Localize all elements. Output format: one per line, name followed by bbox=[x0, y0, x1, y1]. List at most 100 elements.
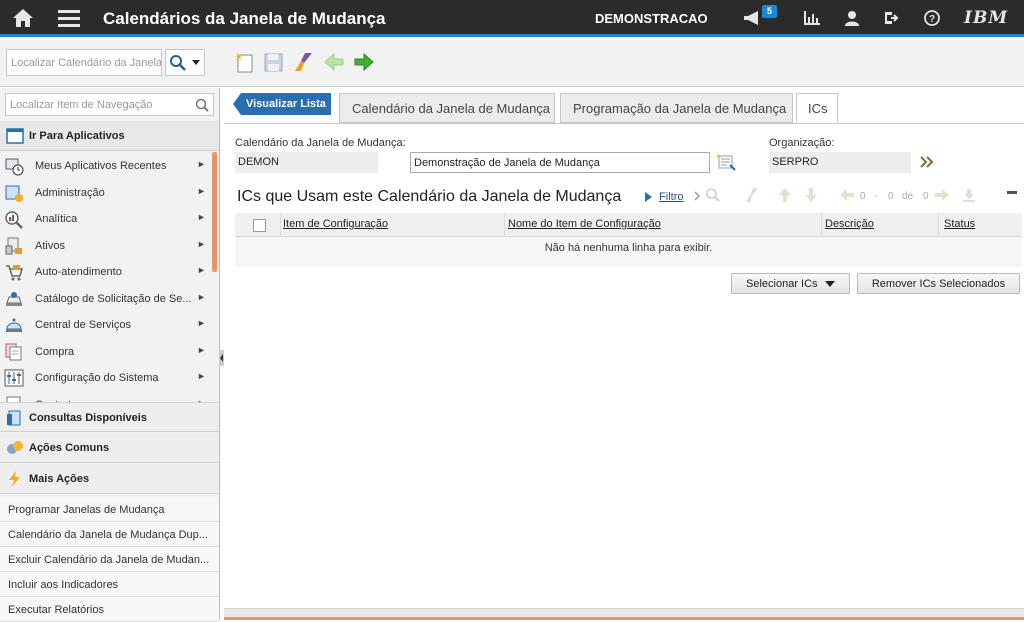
common-actions-label: Ações Comuns bbox=[29, 442, 110, 454]
nav-item-label: Analítica bbox=[35, 213, 78, 225]
tab-list-view[interactable]: Visualizar Lista bbox=[233, 93, 331, 115]
column-separator bbox=[280, 213, 281, 237]
nav-search-input[interactable]: Localizar Item de Navegação bbox=[5, 93, 214, 116]
nav-item-analytics[interactable]: Analítica ► bbox=[0, 206, 214, 232]
lightning-icon bbox=[9, 471, 20, 487]
col-ci[interactable]: Item de Configuração bbox=[283, 218, 388, 230]
calendar-field[interactable]: DEMON bbox=[235, 152, 378, 173]
chevron-right-icon: ► bbox=[197, 371, 206, 381]
chevron-right-icon bbox=[694, 191, 700, 201]
col-status[interactable]: Status bbox=[944, 218, 975, 230]
logout-icon[interactable] bbox=[882, 0, 902, 36]
table-header: Item de Configuração Nome do Item de Con… bbox=[235, 213, 1022, 237]
more-actions-label: Mais Ações bbox=[29, 473, 90, 485]
action-delete-calendar[interactable]: Excluir Calendário da Janela de Mudan... bbox=[0, 547, 219, 572]
select-cis-button[interactable]: Selecionar ICs bbox=[731, 273, 850, 294]
search-icon[interactable] bbox=[195, 98, 209, 112]
action-run-reports[interactable]: Executar Relatórios bbox=[0, 597, 219, 622]
tab-cis[interactable]: ICs bbox=[796, 93, 838, 123]
header-bar: Calendários da Janela de Mudança DEMONST… bbox=[0, 0, 1024, 37]
window-icon bbox=[6, 128, 24, 144]
common-actions-header[interactable]: Ações Comuns bbox=[0, 433, 219, 463]
report-icon[interactable] bbox=[802, 0, 822, 36]
detail-menu-icon[interactable] bbox=[920, 155, 934, 169]
nav-item-system-configuration[interactable]: Configuração do Sistema ► bbox=[0, 365, 214, 391]
nav-item-label: Central de Serviços bbox=[35, 319, 131, 331]
chevron-right-icon: ► bbox=[197, 291, 206, 302]
user-icon[interactable] bbox=[842, 0, 862, 36]
nav-item-administration[interactable]: Administração ► bbox=[0, 180, 214, 206]
clear-filter-icon[interactable] bbox=[744, 187, 760, 203]
arrow-up-icon[interactable] bbox=[778, 187, 792, 203]
chevron-right-icon: ► bbox=[197, 265, 206, 275]
page-of-label: de bbox=[902, 191, 914, 202]
description-field[interactable]: Demonstração de Janela de Mudança bbox=[410, 152, 710, 173]
download-icon[interactable] bbox=[962, 188, 976, 202]
remove-cis-button[interactable]: Remover ICs Selecionados bbox=[857, 273, 1020, 294]
column-separator bbox=[821, 213, 822, 237]
status-bar bbox=[224, 608, 1024, 620]
svg-text:?: ? bbox=[929, 14, 935, 25]
action-add-to-bookmarks[interactable]: Incluir aos Indicadores bbox=[0, 572, 219, 597]
select-cis-label: Selecionar ICs bbox=[746, 278, 818, 290]
nav-item-label: Compra bbox=[35, 345, 75, 358]
more-actions-header[interactable]: Mais Ações bbox=[0, 464, 219, 494]
megaphone-icon[interactable] bbox=[741, 0, 763, 36]
arrow-down-icon[interactable] bbox=[804, 187, 818, 203]
search-icon[interactable] bbox=[705, 187, 721, 203]
nav-item-label: Administração bbox=[35, 186, 105, 199]
collapse-table-icon[interactable] bbox=[1006, 189, 1018, 197]
page-to: 0 bbox=[888, 191, 894, 202]
empty-table-message: Não há nenhuma linha para exibir. bbox=[235, 237, 1022, 267]
nav-item-contracts[interactable]: Contratos► bbox=[0, 392, 214, 402]
previous-icon[interactable] bbox=[323, 51, 347, 75]
app-title: Calendários da Janela de Mudança bbox=[103, 9, 386, 28]
nav-item-self-service[interactable]: Auto-atendimento ► bbox=[0, 259, 214, 285]
next-page-icon[interactable] bbox=[934, 187, 950, 203]
nav-item-label: Ativos bbox=[35, 239, 65, 252]
toolbar: Localizar Calendário da Janela bbox=[0, 40, 1024, 87]
home-icon[interactable] bbox=[8, 0, 38, 36]
available-queries-label: Consultas Disponíveis bbox=[29, 412, 147, 424]
available-queries-header[interactable]: Consultas Disponíveis bbox=[0, 402, 219, 432]
page-from: 0 bbox=[860, 191, 866, 202]
app-search-input[interactable]: Localizar Calendário da Janela bbox=[6, 49, 162, 76]
purchasing-icon bbox=[5, 343, 22, 360]
nav-item-service-desk[interactable]: Central de Serviços ► bbox=[0, 312, 214, 338]
column-separator bbox=[504, 213, 505, 237]
menu-icon[interactable] bbox=[55, 0, 83, 36]
administration-icon bbox=[5, 185, 23, 202]
action-schedule-change-windows[interactable]: Programar Janelas de Mudança bbox=[0, 497, 219, 522]
nav-item-service-request-catalog[interactable]: Catálogo de Solicitação de Se... ► bbox=[0, 286, 214, 312]
tab-schedule[interactable]: Programação da Janela de Mudança bbox=[560, 93, 793, 123]
nav-item-assets[interactable]: Ativos ► bbox=[0, 233, 214, 259]
new-record-icon[interactable] bbox=[233, 51, 257, 75]
filter-toggle[interactable]: Filtro bbox=[644, 191, 684, 203]
col-ci-name[interactable]: Nome do Item de Configuração bbox=[508, 218, 661, 230]
search-button[interactable] bbox=[165, 49, 205, 76]
long-description-icon[interactable] bbox=[717, 153, 737, 173]
nav-item-label: Configuração do Sistema bbox=[35, 372, 159, 384]
previous-page-icon[interactable] bbox=[839, 187, 855, 203]
nav-item-label: Meus Aplicativos Recentes bbox=[35, 160, 167, 172]
filter-label: Filtro bbox=[659, 191, 684, 203]
ibm-logo: IBM bbox=[964, 8, 1009, 28]
action-duplicate-calendar[interactable]: Calendário da Janela de Mudança Dup... bbox=[0, 522, 219, 547]
organization-field[interactable]: SERPRO bbox=[769, 152, 911, 173]
nav-item-recent-apps[interactable]: Meus Aplicativos Recentes ► bbox=[0, 153, 214, 179]
next-icon[interactable] bbox=[353, 51, 377, 75]
select-all-checkbox[interactable] bbox=[253, 219, 266, 232]
help-icon[interactable]: ? bbox=[922, 0, 942, 36]
organization-label: Organização: bbox=[769, 137, 835, 149]
save-icon[interactable] bbox=[263, 51, 287, 75]
go-to-apps-header[interactable]: Ir Para Aplicativos bbox=[0, 121, 219, 151]
tab-calendar[interactable]: Calendário da Janela de Mudança bbox=[339, 93, 555, 123]
service-desk-icon bbox=[6, 318, 22, 332]
clear-icon[interactable] bbox=[293, 51, 317, 75]
system-configuration-icon bbox=[4, 369, 24, 387]
user-name[interactable]: DEMONSTRACAO bbox=[595, 11, 708, 26]
col-description[interactable]: Descrição bbox=[825, 218, 874, 230]
common-actions-icon bbox=[7, 441, 23, 454]
nav-item-purchasing[interactable]: Compra ► bbox=[0, 339, 214, 365]
notification-badge: 5 bbox=[762, 5, 777, 18]
